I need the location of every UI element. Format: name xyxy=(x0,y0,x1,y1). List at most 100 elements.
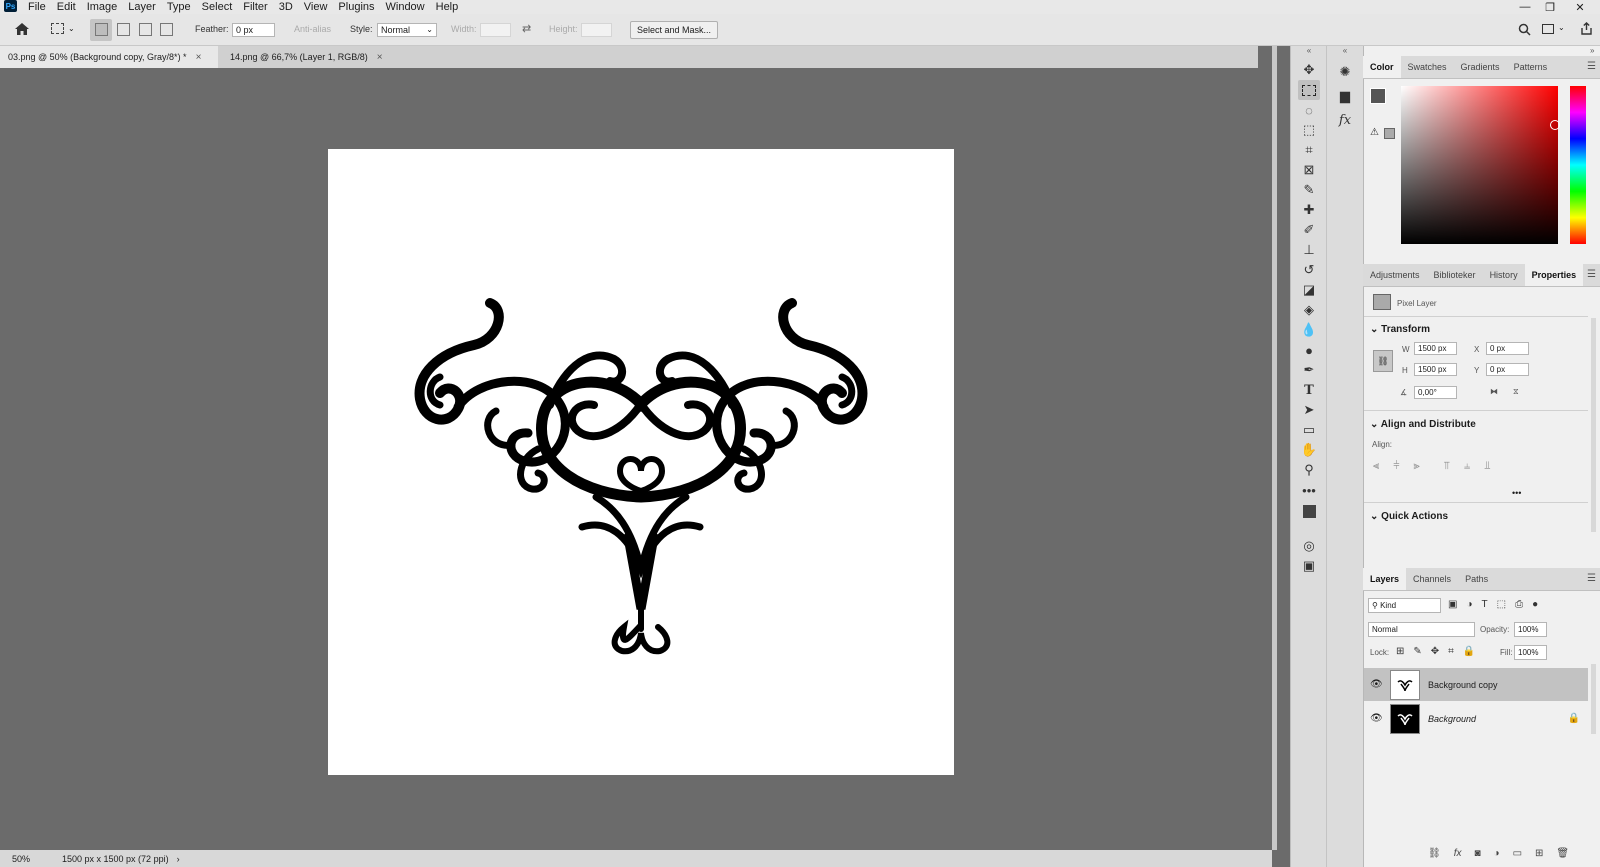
opacity-field[interactable]: 100% xyxy=(1514,622,1547,637)
fx-icon[interactable]: fx xyxy=(1334,108,1356,132)
tab-adjustments[interactable]: Adjustments xyxy=(1363,264,1427,286)
frame-tool-icon[interactable]: ⊠ xyxy=(1298,160,1320,180)
share-icon[interactable] xyxy=(1580,22,1593,38)
tab-paths[interactable]: Paths xyxy=(1458,568,1495,590)
adjustment-layer-icon[interactable]: ◑ xyxy=(1494,848,1500,859)
transform-section-title[interactable]: ⌄ Transform xyxy=(1370,324,1430,335)
workspace-icon[interactable] xyxy=(1542,24,1554,34)
align-center-h-icon[interactable]: ⫩ xyxy=(1393,460,1399,473)
add-selection-icon[interactable] xyxy=(117,23,130,36)
history-brush-tool-icon[interactable]: ↺ xyxy=(1298,260,1320,280)
tab-gradients[interactable]: Gradients xyxy=(1454,56,1507,78)
eye-icon[interactable]: 👁 xyxy=(1370,679,1384,690)
home-icon[interactable] xyxy=(14,22,30,39)
layers-scrollbar[interactable] xyxy=(1591,664,1596,734)
more-tools-icon[interactable]: ••• xyxy=(1298,480,1320,500)
quick-mask-icon[interactable]: ◎ xyxy=(1298,536,1320,556)
chevron-down-icon[interactable]: ⌄ xyxy=(1558,23,1565,32)
tab-14-png[interactable]: 14.png @ 66,7% (Layer 1, RGB/8) × xyxy=(222,46,392,68)
hand-tool-icon[interactable]: ✋ xyxy=(1298,440,1320,460)
feather-input[interactable]: 0 px xyxy=(232,23,275,37)
zoom-level[interactable]: 50% xyxy=(12,854,42,864)
rectangle-tool-icon[interactable]: ▭ xyxy=(1298,420,1320,440)
path-selection-tool-icon[interactable]: ➤ xyxy=(1298,400,1320,420)
layer-name[interactable]: Background copy xyxy=(1428,680,1498,690)
clone-stamp-tool-icon[interactable]: ⊥ xyxy=(1298,240,1320,260)
filter-toggle-icon[interactable]: ● xyxy=(1532,599,1538,610)
fx-icon[interactable]: fx xyxy=(1454,848,1462,859)
marquee-tool-preset-icon[interactable] xyxy=(51,23,64,34)
move-tool-icon[interactable]: ✥ xyxy=(1298,60,1320,80)
close-tab-icon[interactable]: × xyxy=(196,52,202,63)
properties-scrollbar[interactable] xyxy=(1591,318,1596,532)
panel-menu-icon[interactable]: ☰ xyxy=(1587,269,1596,280)
gamut-warning-icon[interactable]: ⚠ xyxy=(1370,127,1379,138)
object-selection-tool-icon[interactable]: ⬚ xyxy=(1298,120,1320,140)
status-arrow-icon[interactable]: › xyxy=(177,854,180,864)
tab-properties[interactable]: Properties xyxy=(1524,264,1584,286)
tab-color[interactable]: Color xyxy=(1363,56,1401,78)
eraser-tool-icon[interactable]: ◪ xyxy=(1298,280,1320,300)
healing-brush-tool-icon[interactable]: ✚ xyxy=(1298,200,1320,220)
filter-smart-object-icon[interactable]: ⎙ xyxy=(1515,599,1523,610)
layer-mask-icon[interactable]: ◙ xyxy=(1474,848,1480,859)
menu-view[interactable]: View xyxy=(304,1,328,13)
swap-icon[interactable]: ⇄ xyxy=(522,22,531,35)
width-input[interactable] xyxy=(480,23,511,37)
menu-edit[interactable]: Edit xyxy=(57,1,76,13)
x-field[interactable]: 0 px xyxy=(1486,342,1529,355)
eye-icon[interactable]: 👁 xyxy=(1370,713,1384,724)
lasso-tool-icon[interactable]: ◌ xyxy=(1298,100,1320,120)
link-icon[interactable]: ⛓ xyxy=(1373,350,1393,372)
menu-layer[interactable]: Layer xyxy=(128,1,156,13)
tab-swatches[interactable]: Swatches xyxy=(1401,56,1454,78)
menu-file[interactable]: File xyxy=(28,1,46,13)
antialias-label[interactable]: Anti-alias xyxy=(294,24,331,34)
angle-field[interactable]: 0,00° xyxy=(1414,386,1457,399)
lock-all-icon[interactable]: 🔒 xyxy=(1463,646,1475,657)
filter-pixel-icon[interactable]: ▣ xyxy=(1448,599,1457,610)
hue-slider[interactable] xyxy=(1570,86,1586,244)
lock-image-icon[interactable]: ✎ xyxy=(1413,646,1421,657)
brush-tool-icon[interactable]: ✐ xyxy=(1298,220,1320,240)
screen-mode-icon[interactable]: ▣ xyxy=(1298,556,1320,576)
color-swatches[interactable] xyxy=(1298,500,1323,536)
color-picker-ring[interactable] xyxy=(1550,120,1560,130)
align-right-icon[interactable]: ⫸ xyxy=(1414,460,1420,473)
layer-name[interactable]: Background xyxy=(1428,714,1476,724)
height-input[interactable] xyxy=(581,23,612,37)
new-selection-icon[interactable] xyxy=(95,23,108,36)
intersect-selection-icon[interactable] xyxy=(160,23,173,36)
tab-biblioteker[interactable]: Biblioteker xyxy=(1427,264,1483,286)
fill-field[interactable]: 100% xyxy=(1514,645,1547,660)
tab-channels[interactable]: Channels xyxy=(1406,568,1458,590)
align-middle-v-icon[interactable]: ⫨ xyxy=(1464,460,1470,473)
foreground-color-swatch[interactable] xyxy=(1302,504,1317,519)
y-field[interactable]: 0 px xyxy=(1486,363,1529,376)
crop-tool-icon[interactable]: ⌗ xyxy=(1298,140,1320,160)
menu-3d[interactable]: 3D xyxy=(279,1,293,13)
align-bottom-icon[interactable]: ⫫ xyxy=(1484,460,1490,473)
blur-tool-icon[interactable]: 💧 xyxy=(1298,320,1320,340)
flip-vertical-icon[interactable]: ⧖ xyxy=(1513,387,1519,397)
tab-03-png[interactable]: 03.png @ 50% (Background copy, Gray/8*) … xyxy=(0,46,218,68)
layer-row-background[interactable]: 👁 Background 🔒 xyxy=(1364,702,1588,735)
width-field[interactable]: 1500 px xyxy=(1414,342,1457,355)
close-window-button[interactable]: ✕ xyxy=(1568,0,1592,14)
paint-bucket-tool-icon[interactable]: ◈ xyxy=(1298,300,1320,320)
tab-layers[interactable]: Layers xyxy=(1363,568,1407,590)
color-field[interactable] xyxy=(1401,86,1560,244)
layer-filter-kind[interactable]: ⚲ Kind xyxy=(1368,598,1441,613)
eyedropper-tool-icon[interactable]: ✎ xyxy=(1298,180,1320,200)
menu-select[interactable]: Select xyxy=(202,1,233,13)
brightness-icon[interactable]: ✺ xyxy=(1334,60,1356,84)
document-canvas[interactable] xyxy=(328,149,954,775)
tab-patterns[interactable]: Patterns xyxy=(1507,56,1555,78)
chevron-down-icon[interactable]: ⌄ xyxy=(68,24,75,33)
filter-type-icon[interactable]: T xyxy=(1482,599,1488,610)
more-options-icon[interactable]: ••• xyxy=(1512,488,1521,498)
menu-plugins[interactable]: Plugins xyxy=(338,1,374,13)
collapse-icon[interactable]: « xyxy=(1291,46,1327,60)
menu-help[interactable]: Help xyxy=(436,1,459,13)
lock-transparency-icon[interactable]: ⊞ xyxy=(1396,646,1404,657)
